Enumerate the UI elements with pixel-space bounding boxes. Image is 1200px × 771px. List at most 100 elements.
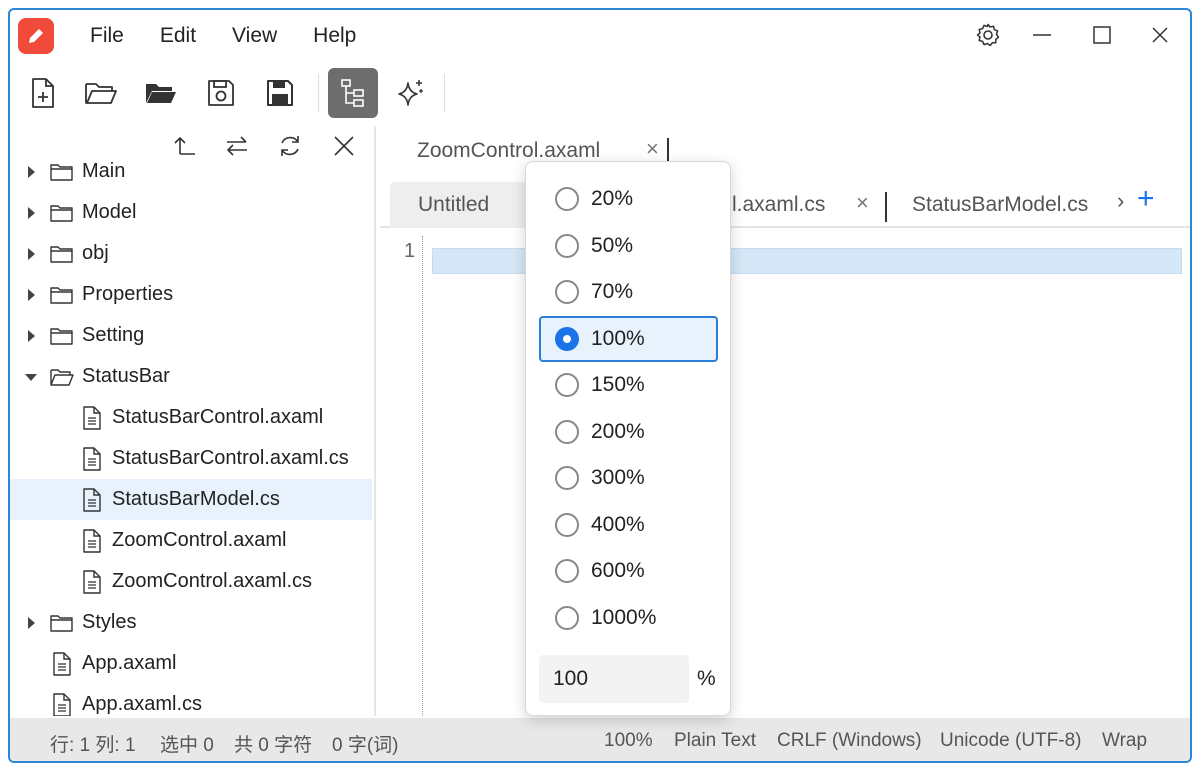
editor-area: ZoomControl.axaml × Untitled l.axaml.cs … <box>380 126 1190 716</box>
zoom-popup: 20% 50% 70% 100% 150% 200% 300% 400% 600% 1000% % <box>525 161 731 716</box>
settings-button[interactable] <box>968 20 1008 50</box>
menu-file[interactable]: File <box>72 24 142 48</box>
tree-file-row[interactable]: ZoomControl.axaml.cs <box>10 561 372 602</box>
radio-unchecked-icon[interactable] <box>555 466 579 490</box>
save-button[interactable] <box>196 68 246 118</box>
zoom-option-label: 200% <box>591 419 645 443</box>
toolbar-separator <box>318 74 319 112</box>
status-zoom[interactable]: 100% <box>604 730 653 752</box>
caret-right-icon[interactable] <box>24 288 38 302</box>
tab-statusbarmodel-cs[interactable]: StatusBarModel.cs <box>912 182 1088 228</box>
radio-unchecked-icon[interactable] <box>555 605 579 630</box>
radio-unchecked-icon[interactable] <box>555 187 579 211</box>
tree-folder-row[interactable]: Main <box>10 151 372 192</box>
menu-view[interactable]: View <box>214 24 295 48</box>
radio-checked-icon[interactable] <box>555 326 579 351</box>
status-cursor-position[interactable]: 行: 1 列: 1 <box>50 730 136 757</box>
tab-close-button[interactable]: × <box>856 190 869 216</box>
zoom-option[interactable]: 70% <box>539 269 718 315</box>
caret-down-icon[interactable] <box>24 370 38 384</box>
tree-folder-row[interactable]: StatusBar <box>10 356 372 397</box>
ai-assist-button[interactable] <box>386 68 436 118</box>
zoom-option[interactable]: 300% <box>539 455 718 501</box>
file-text-icon <box>82 405 102 430</box>
tree-item-label: ZoomControl.axaml.cs <box>112 570 313 592</box>
menu-bar: File Edit View Help <box>72 10 374 62</box>
caret-right-icon[interactable] <box>24 206 38 220</box>
tree-file-row[interactable]: StatusBarControl.axaml <box>10 397 372 438</box>
folder-filled-icon <box>146 84 176 103</box>
file-tree: Main Model obj Properties Setting StatusBar St… <box>10 151 372 716</box>
tree-folder-row[interactable]: Setting <box>10 315 372 356</box>
zoom-custom-input[interactable] <box>539 655 689 703</box>
sidebar-splitter[interactable] <box>374 126 376 716</box>
zoom-option-label: 20% <box>591 187 634 210</box>
zoom-option-label: 1000% <box>591 605 657 629</box>
radio-unchecked-icon[interactable] <box>555 419 579 444</box>
file-text-icon <box>52 651 72 676</box>
tree-item-label: Model <box>82 201 137 223</box>
tree-file-row[interactable]: App.axaml <box>10 643 372 684</box>
save-as-button[interactable] <box>255 68 305 118</box>
radio-unchecked-icon[interactable] <box>555 233 579 258</box>
zoom-option[interactable]: 50% <box>539 223 718 269</box>
zoom-option-label: 50% <box>591 233 634 257</box>
tab-label: l.axaml.cs <box>732 193 826 216</box>
tree-folder-row[interactable]: Model <box>10 192 372 233</box>
tree-item-label: StatusBarControl.axaml <box>112 406 324 428</box>
tree-file-row[interactable]: App.axaml.cs <box>10 684 372 716</box>
tabs-scroll-right-icon[interactable]: › <box>1117 188 1124 214</box>
open-folder-filled-button[interactable] <box>136 68 186 118</box>
save-icon <box>208 80 234 106</box>
status-line-ending[interactable]: CRLF (Windows) <box>777 730 922 752</box>
maximize-button[interactable] <box>1082 20 1122 50</box>
add-tab-button[interactable]: + <box>1137 182 1155 216</box>
radio-unchecked-icon[interactable] <box>555 512 579 537</box>
tab-row-top: ZoomControl.axaml × <box>380 126 1190 176</box>
tab-statusbarcontrol-axaml-cs[interactable]: l.axaml.cs <box>732 182 825 228</box>
new-file-button[interactable] <box>18 68 68 118</box>
zoom-option[interactable]: 1000% <box>539 595 718 641</box>
zoom-option[interactable]: 100% <box>539 315 718 362</box>
app-logo <box>18 18 54 54</box>
status-language[interactable]: Plain Text <box>674 730 756 752</box>
status-word-count: 0 字(词) <box>332 735 399 756</box>
close-window-button[interactable] <box>1140 20 1180 50</box>
tree-folder-row[interactable]: Styles <box>10 602 372 643</box>
folder-icon <box>50 285 74 305</box>
zoom-option[interactable]: 150% <box>539 362 718 408</box>
menu-help[interactable]: Help <box>295 24 374 48</box>
open-folder-button[interactable] <box>76 68 126 118</box>
tab-close-button[interactable]: × <box>646 136 659 162</box>
file-text-icon <box>82 528 102 553</box>
zoom-option-label: 600% <box>591 559 645 582</box>
zoom-option[interactable]: 20% <box>539 176 718 222</box>
caret-right-icon[interactable] <box>24 329 38 343</box>
zoom-option[interactable]: 200% <box>539 409 718 455</box>
tree-folder-row[interactable]: obj <box>10 233 372 274</box>
status-encoding[interactable]: Unicode (UTF-8) <box>940 730 1081 752</box>
zoom-option[interactable]: 600% <box>539 548 718 594</box>
tree-file-row[interactable]: StatusBarModel.cs <box>10 479 372 520</box>
status-bar: 行: 1 列: 1 选中 0 共 0 字符 0 字(词) 100% Plain … <box>10 718 1190 761</box>
tree-file-row[interactable]: StatusBarControl.axaml.cs <box>10 438 372 479</box>
menu-edit[interactable]: Edit <box>142 24 214 48</box>
tab-label: StatusBarModel.cs <box>912 193 1089 216</box>
maximize-icon <box>1093 26 1111 44</box>
radio-unchecked-icon[interactable] <box>555 559 579 583</box>
tree-icon <box>341 79 364 107</box>
radio-unchecked-icon[interactable] <box>555 373 579 397</box>
status-wrap[interactable]: Wrap <box>1102 730 1147 752</box>
caret-right-icon[interactable] <box>24 616 38 630</box>
tree-item-label: App.axaml.cs <box>82 693 203 715</box>
minimize-icon <box>1033 34 1051 36</box>
tree-folder-row[interactable]: Properties <box>10 274 372 315</box>
radio-unchecked-icon[interactable] <box>555 280 579 304</box>
minimize-button[interactable] <box>1022 20 1062 50</box>
folder-open-icon <box>50 367 74 387</box>
file-tree-toggle-button[interactable] <box>328 68 378 118</box>
zoom-option[interactable]: 400% <box>539 502 718 548</box>
caret-right-icon[interactable] <box>24 165 38 179</box>
tree-file-row[interactable]: ZoomControl.axaml <box>10 520 372 561</box>
caret-right-icon[interactable] <box>24 247 38 261</box>
